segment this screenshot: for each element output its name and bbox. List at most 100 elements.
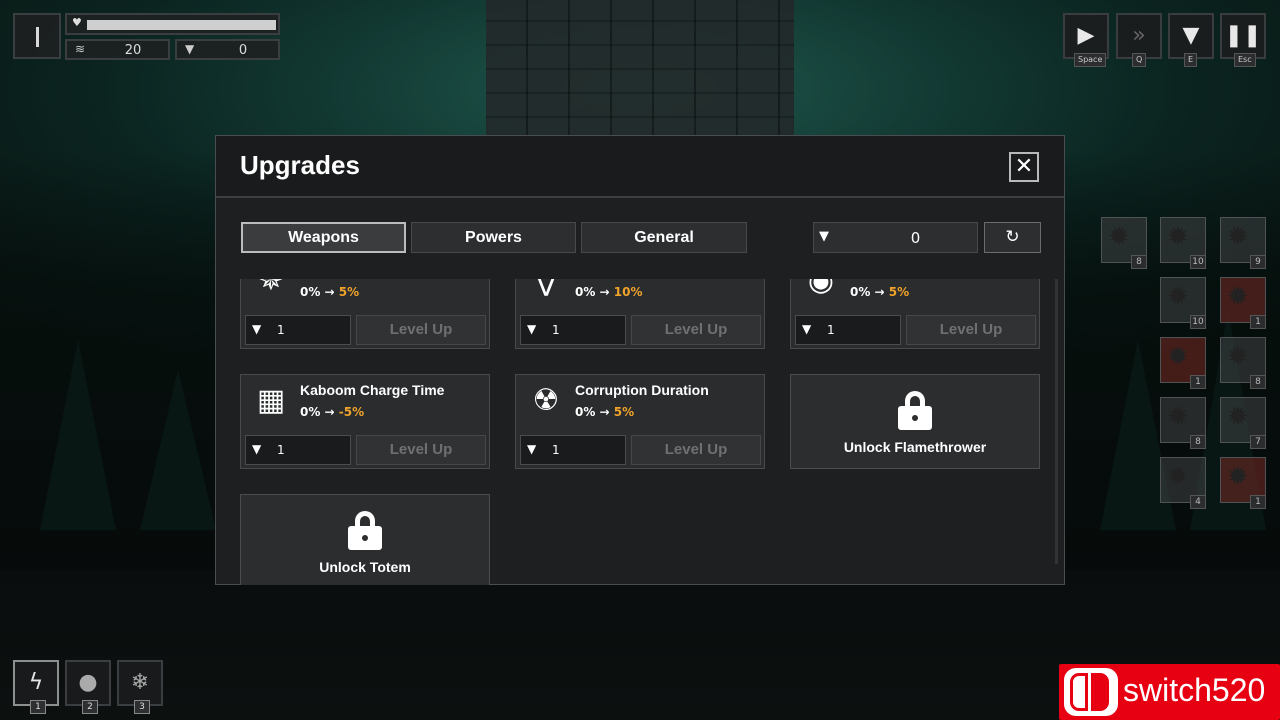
dynamite-timer-icon: ▦: [256, 383, 286, 418]
lightning-icon: ϟ: [28, 670, 44, 695]
health-bar: ♥: [65, 13, 280, 35]
enemy-card[interactable]: ✹ 8: [1160, 397, 1206, 449]
unlock-label: Unlock Totem: [319, 559, 411, 575]
ability-number: 2: [82, 700, 98, 714]
enemy-count: 8: [1250, 375, 1266, 389]
anvil-icon: ▼: [527, 322, 537, 336]
upgrade-list[interactable]: ✵ 0% → 5% ▼ 1 Level Up ⋁ 0% → 10% ▼ 1 Leve…: [216, 279, 1064, 585]
upgrade-cost: ▼ 1: [245, 435, 351, 465]
upgrade-key-hint: E: [1184, 53, 1198, 67]
enemy-portrait-icon: ✹: [1167, 342, 1189, 372]
upgrade-stat: 0% → -5%: [300, 405, 365, 419]
play-icon: ▶: [1077, 23, 1095, 48]
anvil-icon: ▼: [1182, 23, 1200, 48]
ability-slot-3[interactable]: ❄ 3: [117, 660, 163, 714]
unlock-totem-button[interactable]: Unlock Totem: [240, 494, 490, 585]
anvil-icon: ▼: [185, 42, 195, 56]
lock-icon: [898, 391, 932, 430]
enemy-portrait-icon: ✹: [1167, 222, 1189, 252]
coin-value: 20: [124, 43, 142, 58]
tab-weapons[interactable]: Weapons: [241, 222, 406, 253]
snowflake-icon: ❄: [130, 670, 150, 695]
anvil-icon: ▼: [252, 322, 262, 336]
anvil-icon: ▼: [252, 442, 262, 456]
enemy-portrait-icon: ✹: [1227, 462, 1249, 492]
panel-title: Upgrades: [240, 150, 360, 180]
reset-button[interactable]: ↻: [984, 222, 1041, 253]
upgrades-panel: Upgrades ✕ Weapons Powers General ▼ 0 ↻ …: [215, 135, 1065, 585]
upgrade-cost: ▼ 1: [795, 315, 901, 345]
upgrade-card: ◉ 0% → 5% ▼ 1 Level Up: [790, 279, 1040, 349]
enemy-card[interactable]: ✹ 1: [1160, 337, 1206, 389]
pause-key-hint: Esc: [1234, 53, 1256, 67]
upgrade-card-kaboom: ▦ Kaboom Charge Time 0% → -5% ▼ 1 Level U…: [240, 374, 490, 469]
enemy-count: 9: [1250, 255, 1266, 269]
level-up-button[interactable]: Level Up: [631, 315, 761, 345]
coin-stack-icon: ≋: [75, 42, 86, 56]
scrap-value: 0: [238, 43, 248, 58]
scrap-counter: ▼ 0: [175, 39, 280, 60]
fast-key-hint: Q: [1132, 53, 1147, 67]
enemy-card[interactable]: ✹ 8: [1220, 337, 1266, 389]
unlock-flamethrower-button[interactable]: Unlock Flamethrower: [790, 374, 1040, 469]
menu-icon: [36, 27, 39, 47]
enemy-card[interactable]: ✹ 8: [1101, 217, 1147, 269]
enemy-card[interactable]: ✹ 4: [1160, 457, 1206, 509]
enemy-portrait-icon: ✹: [1227, 282, 1249, 312]
tab-powers[interactable]: Powers: [411, 222, 576, 253]
coin-counter: ≋ 20: [65, 39, 170, 60]
enemy-card[interactable]: ✹ 10: [1160, 217, 1206, 269]
enemy-card[interactable]: ✹ 1: [1220, 457, 1266, 509]
enemy-count: 1: [1250, 315, 1266, 329]
enemy-portrait-icon: ✹: [1227, 222, 1249, 252]
saw-icon: ◉: [807, 279, 835, 298]
upgrade-card: ⋁ 0% → 10% ▼ 1 Level Up: [515, 279, 765, 349]
level-up-button[interactable]: Level Up: [631, 435, 761, 465]
currency-value: 0: [910, 229, 921, 247]
tab-general[interactable]: General: [581, 222, 747, 253]
enemy-count: 1: [1250, 495, 1266, 509]
scrollbar[interactable]: [1055, 279, 1058, 564]
arrow-spread-icon: ⋁: [533, 279, 559, 298]
tree-silhouette: [140, 370, 216, 530]
bomb-icon: ●: [78, 670, 98, 695]
upgrade-cost: ▼ 1: [245, 315, 351, 345]
ability-slot-2[interactable]: ● 2: [65, 660, 111, 714]
enemy-card[interactable]: ✹ 10: [1160, 277, 1206, 329]
anvil-icon: ▼: [819, 229, 829, 244]
ability-slot-1[interactable]: ϟ1: [13, 660, 59, 714]
switch-logo-icon: [1064, 668, 1118, 716]
enemy-portrait-icon: ✹: [1227, 402, 1249, 432]
upgrade-cost: ▼ 1: [520, 435, 626, 465]
enemy-card[interactable]: ✹ 7: [1220, 397, 1266, 449]
upgrade-stat: 0% → 10%: [575, 285, 643, 299]
enemy-count: 8: [1190, 435, 1206, 449]
play-key-hint: Space: [1074, 53, 1107, 67]
enemy-portrait-icon: ✹: [1167, 282, 1189, 312]
enemy-count: 7: [1250, 435, 1266, 449]
watermark: switch520: [1059, 664, 1280, 720]
tree-silhouette: [40, 340, 116, 530]
enemy-card[interactable]: ✹ 1: [1220, 277, 1266, 329]
menu-button[interactable]: [13, 13, 61, 59]
currency-display: ▼ 0: [813, 222, 978, 253]
radiation-icon: ☢: [532, 383, 560, 418]
close-button[interactable]: ✕: [1009, 152, 1039, 182]
anvil-icon: ▼: [802, 322, 812, 336]
pause-icon: ❚❚: [1224, 23, 1262, 48]
level-up-button[interactable]: Level Up: [356, 315, 486, 345]
enemy-portrait-icon: ✹: [1227, 342, 1249, 372]
health-fill: [87, 20, 276, 30]
upgrade-card: ✵ 0% → 5% ▼ 1 Level Up: [240, 279, 490, 349]
upgrade-stat: 0% → 5%: [575, 405, 635, 419]
level-up-button[interactable]: Level Up: [356, 435, 486, 465]
watermark-text: switch520: [1123, 672, 1266, 708]
ability-number: 1: [30, 700, 46, 714]
level-up-button[interactable]: Level Up: [906, 315, 1036, 345]
stone-tower: [486, 0, 794, 140]
enemy-card[interactable]: ✹ 9: [1220, 217, 1266, 269]
enemy-portrait-icon: ✹: [1167, 462, 1189, 492]
fast-forward-icon: »: [1132, 23, 1146, 48]
upgrade-name: Corruption Duration: [575, 382, 709, 398]
enemy-count: 10: [1190, 315, 1206, 329]
